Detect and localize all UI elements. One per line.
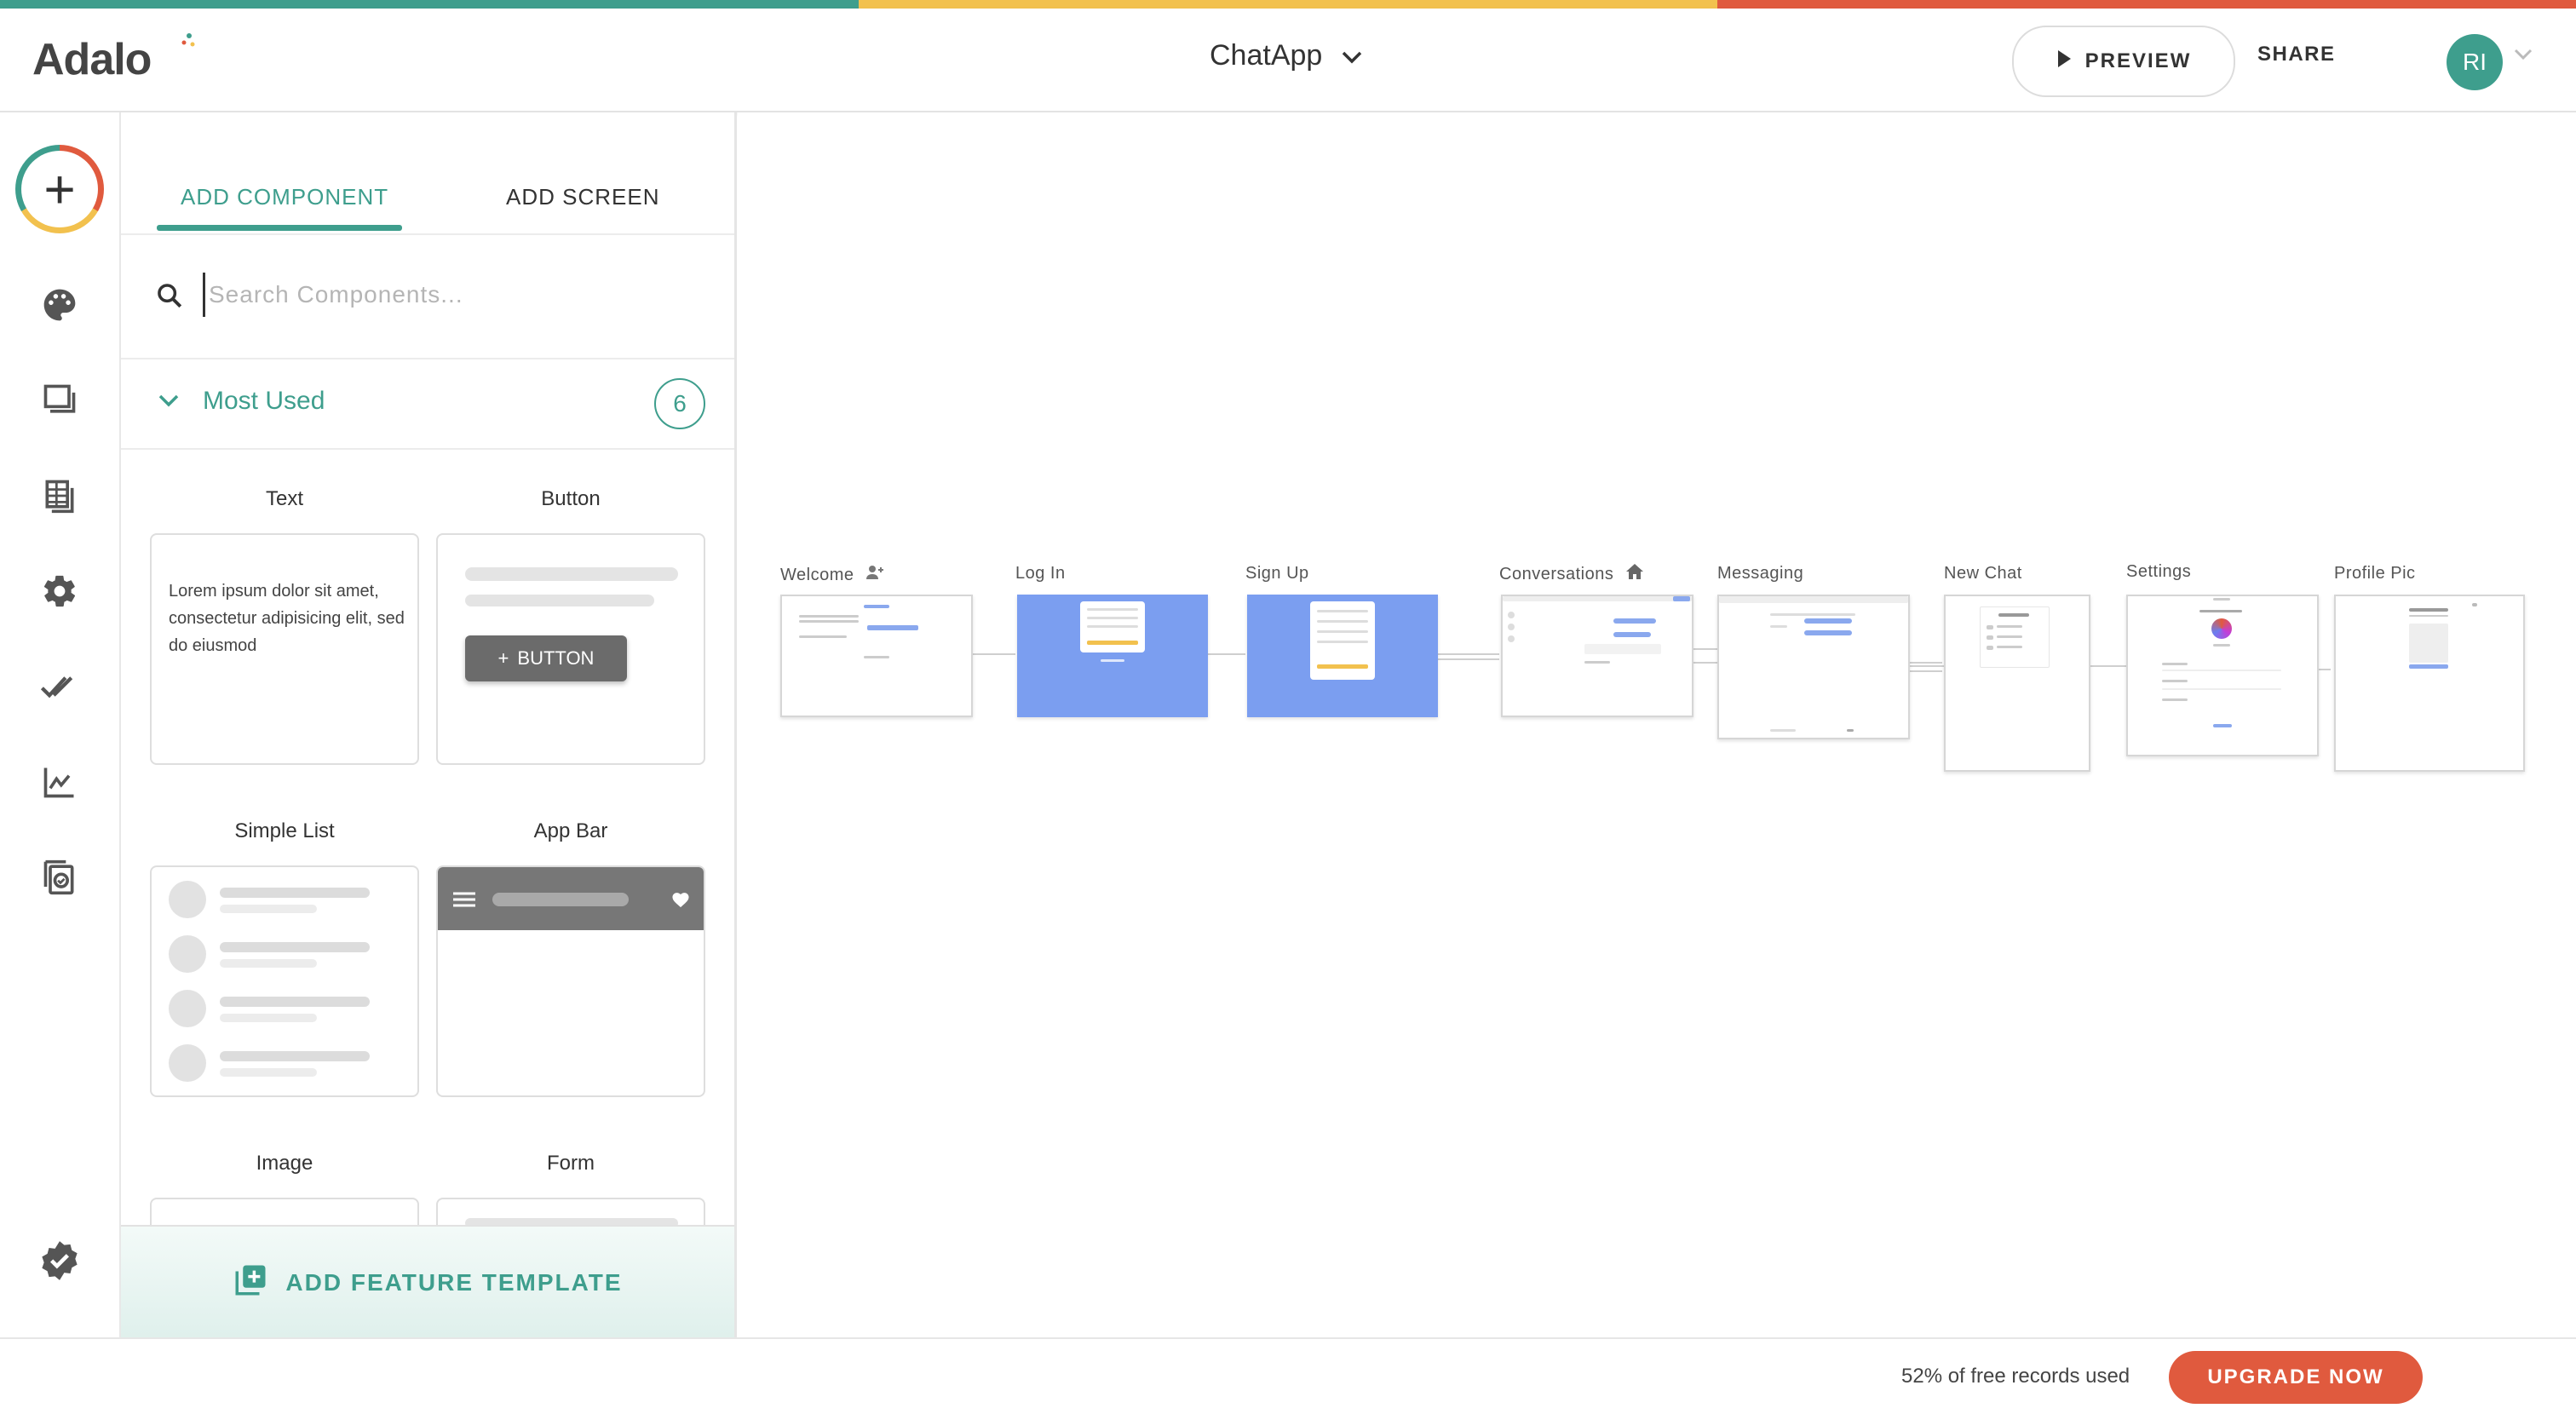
screen-label-conversations[interactable]: Conversations: [1499, 562, 1646, 586]
plus-icon: +: [497, 647, 509, 669]
component-label-simple-list: Simple List: [234, 819, 335, 842]
app-name: ChatApp: [1210, 39, 1323, 72]
list-item: [169, 1038, 400, 1089]
heart-icon: [671, 891, 690, 912]
component-label-text: Text: [265, 487, 303, 510]
avatar[interactable]: RI: [2447, 34, 2503, 90]
screen-label-log-in[interactable]: Log In: [1015, 564, 1066, 583]
list-item: [169, 983, 400, 1034]
top-bar: Adalo ChatApp PREVIEW SHARE RI: [0, 9, 2576, 112]
preview-label: PREVIEW: [2084, 49, 2192, 72]
verified-badge-icon[interactable]: [37, 1239, 82, 1283]
list-item: [169, 874, 400, 925]
search-icon: [155, 281, 184, 314]
lorem-preview: Lorem ipsum dolor sit amet, consectetur …: [169, 582, 405, 655]
chevron-down-icon: [157, 392, 181, 413]
app-bar-preview: [438, 867, 704, 930]
add-feature-template-button[interactable]: ADD FEATURE TEMPLATE: [121, 1225, 734, 1337]
add-panel: ADD COMPONENT ADD SCREEN Most Used 6 Tex…: [121, 112, 737, 1337]
tab-add-component[interactable]: ADD COMPONENT: [181, 184, 388, 210]
screen-thumbnail-settings[interactable]: [2126, 595, 2319, 756]
placeholder-bar: [465, 567, 678, 581]
most-used-section[interactable]: Most Used 6: [121, 359, 734, 450]
button-preview-label: BUTTON: [517, 647, 595, 669]
screen-label-sign-up[interactable]: Sign Up: [1245, 564, 1309, 583]
screen-thumbnail-log-in[interactable]: [1017, 595, 1208, 717]
logo-spark-icon: [181, 31, 198, 60]
screen-label-profile-pic[interactable]: Profile Pic: [2334, 564, 2416, 583]
upgrade-now-button[interactable]: UPGRADE NOW: [2169, 1351, 2423, 1404]
checkmarks-icon[interactable]: [37, 664, 82, 709]
panel-tabs: ADD COMPONENT ADD SCREEN: [121, 112, 734, 235]
screen-thumbnail-sign-up[interactable]: [1247, 595, 1438, 717]
publish-icon[interactable]: [37, 855, 82, 900]
bottom-bar: 52% of free records used UPGRADE NOW: [0, 1337, 2576, 1414]
chevron-down-icon: [1341, 39, 1363, 72]
adalo-logo[interactable]: Adalo: [32, 34, 152, 85]
menu-icon: [453, 891, 475, 912]
screen-label-messaging[interactable]: Messaging: [1717, 564, 1803, 583]
search-input[interactable]: [203, 273, 687, 317]
placeholder-bar: [465, 595, 654, 606]
component-label-button: Button: [541, 487, 601, 510]
tab-add-screen[interactable]: ADD SCREEN: [506, 184, 659, 210]
button-preview: + BUTTON: [465, 635, 627, 681]
person-add-icon: [865, 564, 885, 586]
component-card-button[interactable]: + BUTTON: [436, 533, 705, 765]
gear-icon[interactable]: [37, 569, 82, 613]
screen-label-new-chat[interactable]: New Chat: [1944, 564, 2022, 583]
component-label-app-bar: App Bar: [533, 819, 608, 842]
component-search: [121, 233, 734, 359]
play-icon: [2056, 49, 2072, 74]
left-toolbar: +: [0, 112, 121, 1337]
count-badge: 6: [654, 378, 705, 429]
add-icon: +: [21, 151, 98, 227]
component-label-image: Image: [256, 1152, 313, 1175]
palette-icon[interactable]: [37, 283, 82, 327]
screens-canvas[interactable]: Welcome Log In Sign Up Conversations Mes…: [738, 112, 2576, 1337]
screen-label-welcome[interactable]: Welcome: [780, 564, 885, 586]
feature-template-label: ADD FEATURE TEMPLATE: [285, 1269, 623, 1296]
chevron-down-icon[interactable]: [2513, 48, 2533, 66]
active-tab-indicator: [157, 225, 402, 231]
share-button[interactable]: SHARE: [2257, 43, 2336, 66]
screen-thumbnail-conversations[interactable]: [1501, 595, 1693, 717]
list-item: [169, 928, 400, 980]
add-library-icon: [233, 1262, 268, 1304]
preview-button[interactable]: PREVIEW: [2012, 26, 2235, 97]
top-color-strip: [0, 0, 2576, 9]
app-bar-title-bar: [492, 893, 629, 906]
app-switcher[interactable]: ChatApp: [1210, 39, 1363, 72]
screen-thumbnail-messaging[interactable]: [1717, 595, 1910, 739]
analytics-icon[interactable]: [37, 760, 82, 804]
section-label: Most Used: [203, 387, 325, 415]
component-label-form: Form: [547, 1152, 595, 1175]
screen-thumbnail-welcome[interactable]: [780, 595, 973, 717]
records-usage-text: 52% of free records used: [1901, 1365, 2130, 1388]
component-card-simple-list[interactable]: [150, 865, 419, 1097]
screen-thumbnail-profile-pic[interactable]: [2334, 595, 2525, 772]
add-button[interactable]: +: [15, 145, 104, 233]
screens-icon[interactable]: [37, 378, 82, 422]
screen-label-settings[interactable]: Settings: [2126, 562, 2191, 582]
component-card-text[interactable]: Lorem ipsum dolor sit amet, consectetur …: [150, 533, 419, 765]
component-card-app-bar[interactable]: [436, 865, 705, 1097]
database-icon[interactable]: [37, 474, 82, 518]
home-icon: [1624, 562, 1646, 586]
screen-thumbnail-new-chat[interactable]: [1944, 595, 2090, 772]
